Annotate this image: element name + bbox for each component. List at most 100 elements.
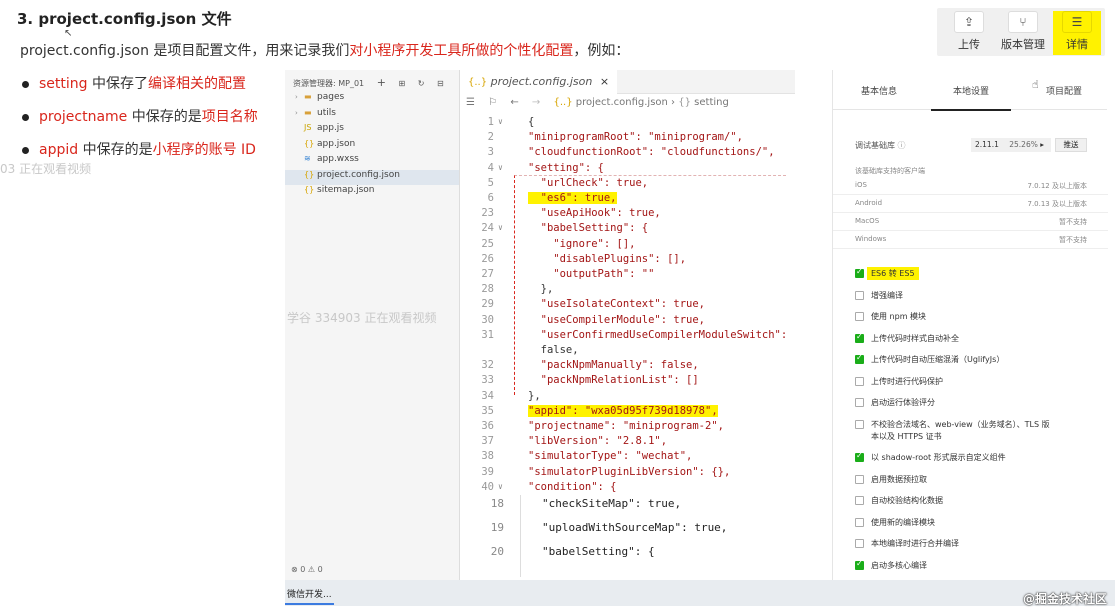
details-button[interactable]: ☰ 详情: [1053, 11, 1101, 55]
option-checkbox[interactable]: [855, 398, 864, 407]
line-number: 34: [481, 389, 494, 402]
line-number: 5: [487, 176, 494, 189]
taskbar-wechat-devtools[interactable]: 微信开发...: [285, 584, 334, 605]
option-checkbox[interactable]: [855, 496, 864, 505]
bullet-dot-icon: [22, 80, 29, 88]
option-checkbox[interactable]: [855, 419, 864, 429]
code-snippet-overlay: 18 "checkSiteMap": true, 19 "uploadWithSour…: [470, 495, 832, 577]
tab-project-config[interactable]: {..} project.config.json ×: [460, 70, 618, 94]
platform-name: Windows: [855, 235, 887, 243]
mouse-cursor-icon: ↖: [64, 28, 73, 39]
fold-chevron-icon[interactable]: ∨: [498, 223, 503, 232]
tree-item-app-js[interactable]: JS app.js: [285, 123, 459, 139]
line-number: 36: [481, 420, 494, 432]
breadcrumb-file[interactable]: project.config.json: [576, 97, 668, 108]
option-label: 以 shadow-root 形式展示自定义组件: [871, 453, 1006, 462]
option-checkbox[interactable]: [855, 559, 864, 570]
tree-item-sitemap-json[interactable]: {} sitemap.json: [285, 185, 459, 201]
upload-label: 上传: [958, 38, 980, 51]
option-checkbox[interactable]: [855, 312, 864, 321]
code-line: "cloudfunctionRoot": "cloudfunctions/",: [528, 146, 775, 159]
tree-item-label: project.config.json: [317, 169, 400, 180]
row-divider: [833, 248, 1108, 249]
option-checkbox[interactable]: [855, 376, 864, 386]
collapse-icon[interactable]: ⊟: [437, 79, 444, 88]
tree-item-label: app.wxss: [317, 154, 359, 164]
line-number: 37: [481, 435, 494, 448]
tree-item-project-config-json[interactable]: {} project.config.json: [285, 169, 459, 185]
option-checkbox[interactable]: [855, 332, 864, 343]
details-label: 详情: [1066, 38, 1088, 51]
json-icon: {}: [304, 169, 315, 179]
option-checkbox[interactable]: [855, 451, 864, 462]
tab-local-settings[interactable]: 本地设置: [931, 84, 1011, 111]
code-line: "condition": {: [528, 480, 617, 493]
bookmark-icon[interactable]: ⚐: [488, 97, 497, 108]
settings-tabs: 基本信息 本地设置 项目配置: [833, 70, 1107, 111]
compat-label: 该基础库支持的客户端: [855, 167, 925, 175]
add-folder-icon[interactable]: ⊞: [398, 79, 405, 88]
version-label: 版本管理: [1001, 38, 1045, 51]
platform-support: 7.0.12 及以上版本: [1027, 182, 1088, 190]
bullet-value: 编译相关的配置: [148, 76, 246, 92]
tree-item-utils[interactable]: › ▬ utils: [285, 108, 459, 124]
help-icon[interactable]: ⓘ: [898, 141, 906, 150]
row-divider: [833, 230, 1108, 231]
folder-icon: ▬: [304, 107, 312, 117]
tree-item-app-json[interactable]: {} app.json: [285, 139, 459, 155]
option-label: 启动运行体验评分: [871, 398, 935, 407]
list-icon[interactable]: ☰: [466, 97, 475, 108]
tab-basic-info[interactable]: 基本信息: [861, 84, 897, 97]
option-checkbox[interactable]: [855, 353, 864, 364]
lib-label-text: 调试基础库: [855, 141, 895, 150]
line-number: 3: [487, 146, 494, 159]
code-line: "setting": {: [528, 161, 604, 174]
row-divider: [833, 212, 1108, 213]
bullet-key: setting: [39, 76, 88, 92]
platform-support: 7.0.13 及以上版本: [1027, 200, 1088, 208]
option-checkbox[interactable]: [855, 517, 864, 527]
platform-name: iOS: [855, 181, 867, 189]
close-icon[interactable]: ×: [600, 75, 609, 88]
upload-icon: ⇪: [954, 11, 984, 33]
row-divider: [833, 194, 1108, 195]
bullet-appid: appid 中保存的是小程序的账号 ID: [22, 139, 256, 159]
lib-version-select[interactable]: 2.11.1 25.26% ▸: [971, 138, 1051, 152]
fold-chevron-icon[interactable]: ∨: [498, 163, 503, 172]
tree-item-app-wxss[interactable]: ≋ app.wxss: [285, 154, 459, 170]
tree-item-pages[interactable]: › ▬ pages: [285, 92, 459, 108]
upload-button[interactable]: ⇪ 上传: [945, 11, 993, 55]
breadcrumb-separator: ›: [671, 97, 676, 108]
line-number: 27: [481, 268, 494, 280]
breadcrumb-node[interactable]: setting: [694, 97, 729, 108]
js-icon: JS: [304, 123, 312, 132]
push-button[interactable]: 推送: [1055, 138, 1087, 152]
braces-icon: {}: [678, 97, 691, 108]
option-checkbox[interactable]: [855, 267, 864, 278]
add-file-icon[interactable]: +: [377, 76, 386, 89]
forward-arrow-icon[interactable]: →: [532, 97, 540, 108]
line-number: 2: [487, 131, 494, 144]
line-number: 23: [481, 207, 494, 220]
platform-name: Android: [855, 199, 883, 207]
option-checkbox[interactable]: [855, 539, 864, 548]
platform-support: 暂不支持: [1059, 236, 1087, 244]
back-arrow-icon[interactable]: ←: [510, 97, 518, 108]
breadcrumb: ☰ ⚐ ← → {..} project.config.json › {} se…: [460, 94, 795, 114]
option-checkbox[interactable]: [855, 290, 864, 300]
tab-project-config[interactable]: 项目配置: [1046, 84, 1082, 97]
tree-item-label: app.json: [317, 138, 356, 149]
version-management-button[interactable]: ⑂ 版本管理: [997, 11, 1049, 55]
fold-chevron-icon[interactable]: ∨: [498, 117, 503, 126]
fold-chevron-icon[interactable]: ∨: [498, 482, 503, 491]
problems-indicator[interactable]: ⊗ 0 ⚠ 0: [291, 565, 323, 574]
line-number: 4: [487, 161, 494, 174]
line-number: 24: [481, 222, 494, 235]
refresh-icon[interactable]: ↻: [418, 79, 425, 88]
code-area[interactable]: 1 ∨ {2 "miniprogramRoot": "miniprogram/", 3 "…: [460, 114, 795, 534]
bullet-mid: 中保存的是: [127, 109, 202, 125]
explorer-title: 资源管理器: MP_01: [293, 79, 365, 88]
option-checkbox[interactable]: [855, 474, 864, 484]
watermark-text: 学谷 334903 正在观看视频: [287, 311, 437, 325]
desc-end: ，例如：: [573, 43, 630, 59]
